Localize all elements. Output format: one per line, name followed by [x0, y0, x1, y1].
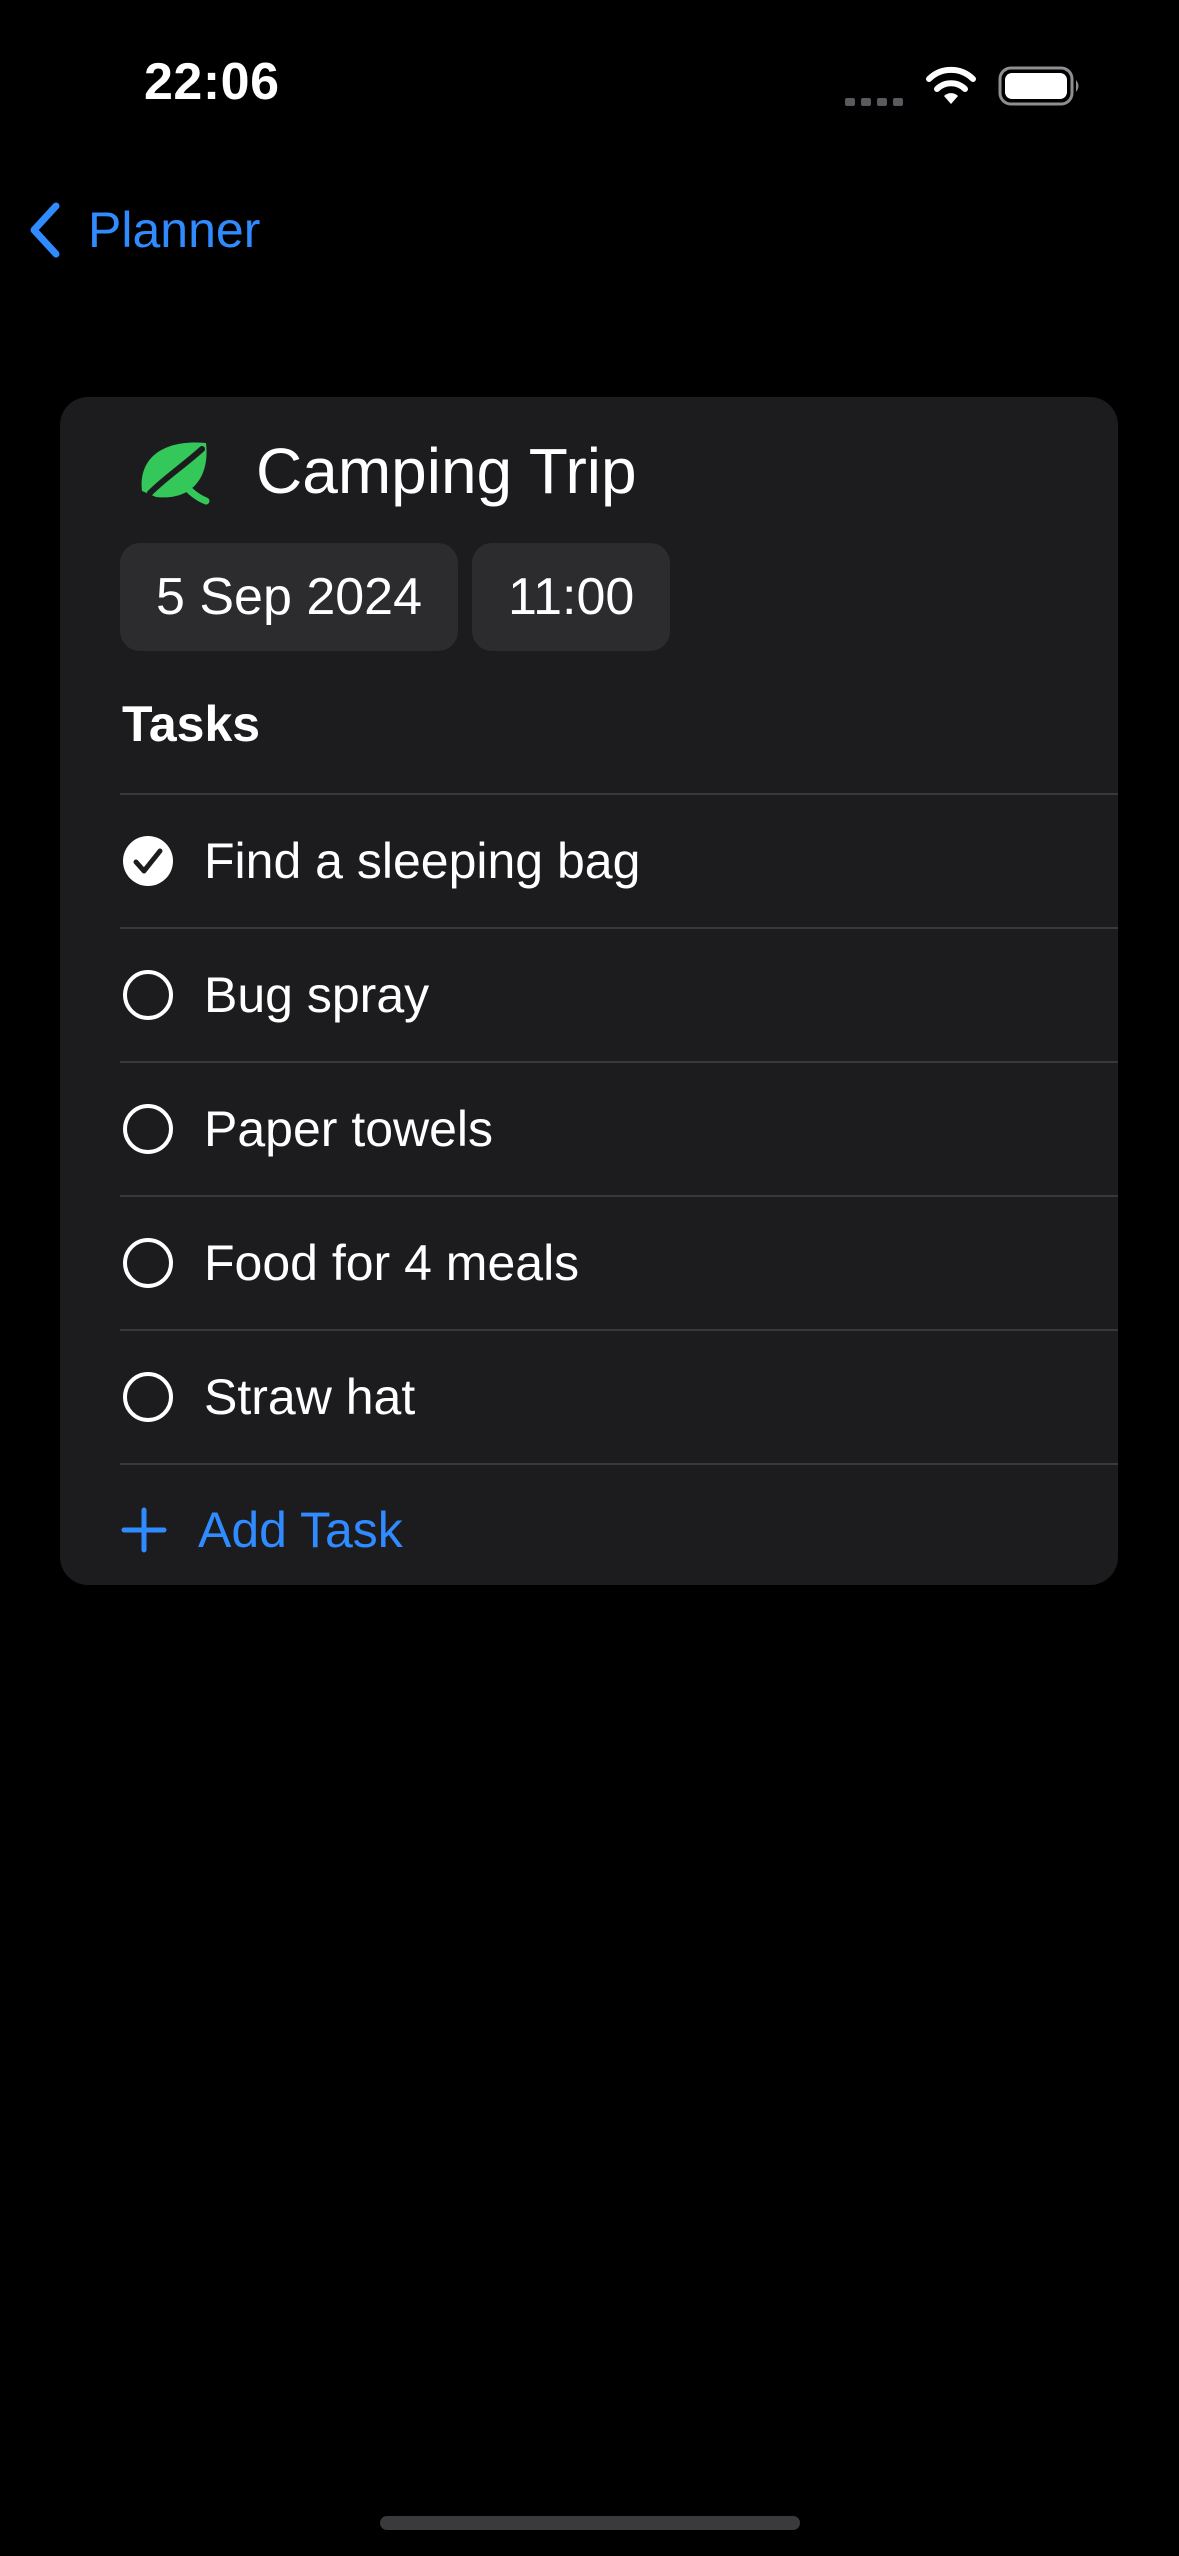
back-button[interactable]: Planner — [24, 190, 260, 270]
plus-icon — [121, 1507, 167, 1553]
wifi-icon — [926, 66, 976, 104]
task-row[interactable]: Bug spray — [120, 927, 1118, 1061]
event-card: Camping Trip 5 Sep 2024 11:00 Tasks Find… — [60, 397, 1118, 1585]
date-picker-button[interactable]: 5 Sep 2024 — [120, 543, 459, 651]
task-row[interactable]: Food for 4 meals — [120, 1195, 1118, 1329]
task-label: Find a sleeping bag — [204, 833, 641, 889]
empty-circle-icon[interactable] — [122, 969, 174, 1021]
empty-circle-icon[interactable] — [122, 1237, 174, 1289]
leaf-icon — [141, 442, 210, 505]
home-indicator[interactable] — [380, 2516, 800, 2530]
event-header: Camping Trip — [60, 423, 1118, 515]
task-label: Straw hat — [204, 1369, 416, 1425]
tasks-heading: Tasks — [122, 696, 261, 752]
status-time: 22:06 — [144, 53, 280, 111]
task-label: Paper towels — [204, 1101, 494, 1157]
empty-circle-icon[interactable] — [122, 1103, 174, 1155]
time-picker-button[interactable]: 11:00 — [472, 543, 671, 651]
add-task-button[interactable]: Add Task — [120, 1463, 1118, 1595]
chevron-left-icon — [30, 202, 60, 258]
checkmark-circle-filled-icon[interactable] — [122, 835, 174, 887]
back-button-label: Planner — [88, 202, 261, 258]
task-row[interactable]: Straw hat — [120, 1329, 1118, 1463]
empty-circle-icon[interactable] — [122, 1371, 174, 1423]
task-list: Find a sleeping bag Bug spray Paper towe… — [120, 793, 1118, 1595]
cellular-signal-icon — [845, 98, 903, 106]
event-title[interactable]: Camping Trip — [256, 435, 637, 507]
event-datetime: 5 Sep 2024 11:00 — [120, 543, 671, 651]
add-task-label: Add Task — [198, 1502, 403, 1558]
battery-icon — [998, 66, 1079, 106]
task-label: Food for 4 meals — [204, 1235, 580, 1291]
task-row[interactable]: Paper towels — [120, 1061, 1118, 1195]
task-label: Bug spray — [204, 967, 430, 1023]
task-row[interactable]: Find a sleeping bag — [120, 793, 1118, 927]
